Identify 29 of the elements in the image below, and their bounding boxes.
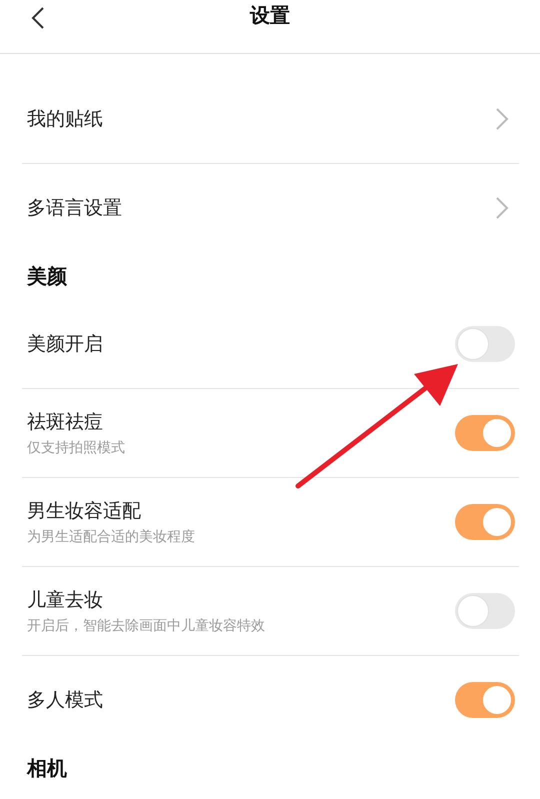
settings-row[interactable]: 祛斑祛痘 仅支持拍照模式 — [22, 389, 519, 478]
setting-label: 祛斑祛痘 — [27, 410, 104, 435]
chevron-icon — [495, 196, 509, 220]
toggle-switch[interactable] — [455, 415, 515, 451]
setting-label: 多人模式 — [27, 688, 103, 713]
settings-row[interactable]: 儿童去妆 开启后，智能去除画面中儿童妆容特效 — [22, 567, 519, 656]
setting-description: 开启后，智能去除画面中儿童妆容特效 — [27, 617, 265, 635]
section-title: 美颜 — [27, 262, 67, 290]
back-icon — [31, 6, 45, 30]
setting-label: 男生妆容适配 — [27, 499, 142, 524]
settings-row[interactable]: 多人模式 — [22, 656, 519, 744]
setting-description: 为男生适配合适的美妆程度 — [27, 528, 195, 546]
section-title: 相机 — [27, 754, 67, 782]
page-title: 设置 — [250, 2, 290, 29]
setting-description: 仅支持拍照模式 — [27, 439, 125, 457]
toggle-switch[interactable] — [455, 682, 515, 718]
toggle-switch[interactable] — [455, 504, 515, 540]
setting-label: 多语言设置 — [27, 196, 122, 221]
settings-row[interactable]: 男生妆容适配 为男生适配合适的美妆程度 — [22, 478, 519, 567]
chevron-button[interactable] — [495, 107, 509, 131]
setting-label: 美颜开启 — [27, 332, 103, 357]
setting-label: 我的贴纸 — [27, 107, 103, 132]
setting-label: 儿童去妆 — [27, 588, 104, 613]
settings-row[interactable]: 我的贴纸 — [22, 75, 519, 164]
chevron-button[interactable] — [495, 196, 509, 220]
toggle-switch[interactable] — [455, 593, 515, 629]
settings-row[interactable]: 多语言设置 — [22, 164, 519, 252]
toggle-switch[interactable] — [455, 326, 515, 362]
chevron-icon — [495, 107, 509, 131]
